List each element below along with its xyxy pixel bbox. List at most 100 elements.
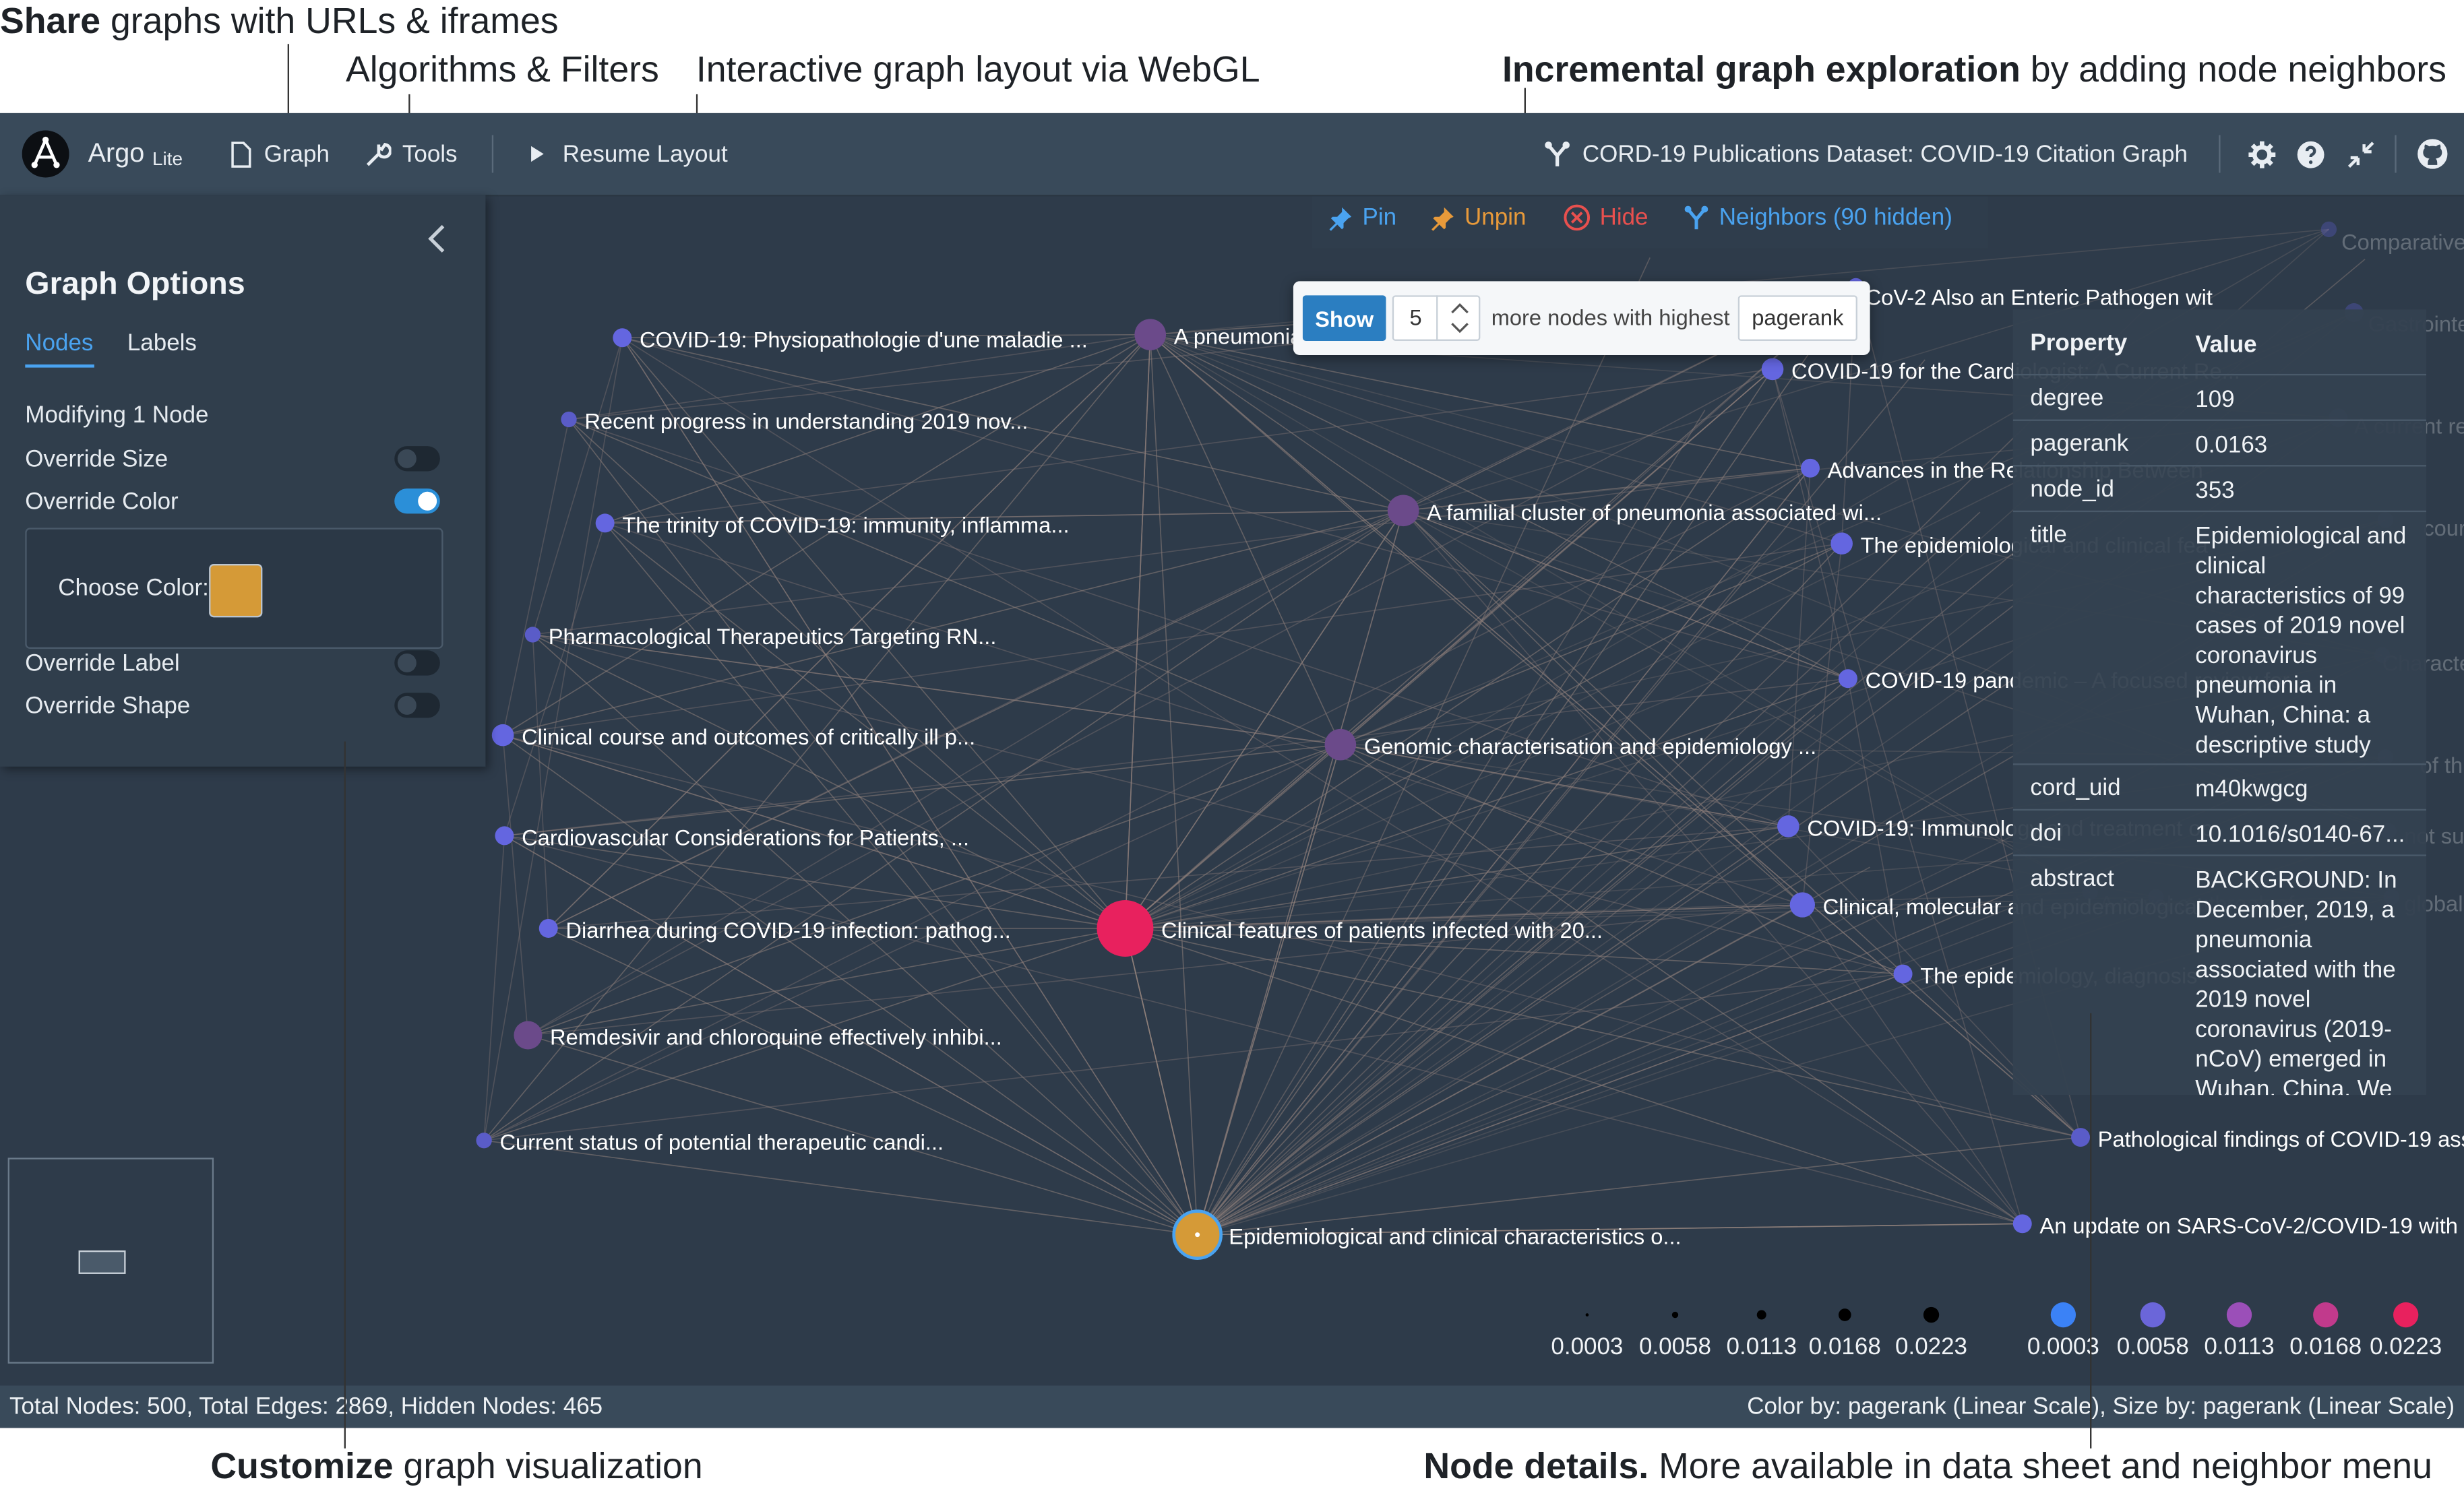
gear-icon xyxy=(2248,140,2276,168)
compress-icon xyxy=(2347,141,2374,167)
graph-edge xyxy=(621,337,1198,1236)
neighbors-label: Neighbors (90 hidden) xyxy=(1719,204,1952,231)
color-legend-label: 0.0168 xyxy=(2289,1333,2362,1361)
logo-icon xyxy=(22,130,69,178)
annotation-node-details: Node details. More available in data she… xyxy=(1423,1445,2432,1486)
graph-node[interactable] xyxy=(1838,669,1857,689)
value-header: Value xyxy=(2195,331,2257,358)
selected-node-dot xyxy=(1195,1232,1200,1238)
node-action-bar: Pin Unpin Hide Neighbors (90 hidden) xyxy=(1312,195,1988,249)
resume-layout-button[interactable]: Resume Layout xyxy=(528,113,728,195)
github-icon xyxy=(2417,139,2448,169)
annotation-algorithms: Algorithms & Filters xyxy=(345,49,659,90)
graph-node[interactable] xyxy=(561,411,577,428)
dataset-title-label: CORD-19 Publications Dataset: COVID-19 C… xyxy=(1582,140,2188,168)
graph-node[interactable] xyxy=(1777,815,1799,837)
help-button[interactable] xyxy=(2296,113,2337,195)
color-chooser-box: Choose Color: xyxy=(25,528,443,649)
node-label: The trinity of COVID-19: immunity, infla… xyxy=(622,512,1070,538)
graph-edge xyxy=(504,744,1341,837)
settings-button[interactable] xyxy=(2247,113,2288,195)
details-row: cord_uid m40kwgcg xyxy=(2012,763,2426,811)
graph-node[interactable] xyxy=(1789,892,1815,918)
graph-node[interactable] xyxy=(1324,728,1357,761)
graph-edge xyxy=(1197,359,1926,1236)
graph-node[interactable] xyxy=(538,918,558,938)
node-label: A pneumonia xyxy=(1173,323,1303,349)
graph-edge xyxy=(532,468,1811,635)
tools-menu-label: Tools xyxy=(402,140,458,168)
graph-options-panel: Graph Options Nodes Labels Modifying 1 N… xyxy=(0,195,486,767)
graph-node[interactable] xyxy=(1387,495,1419,527)
graph-edge xyxy=(1124,928,1198,1235)
graph-node[interactable] xyxy=(1761,358,1784,381)
tab-nodes[interactable]: Nodes xyxy=(25,330,93,357)
color-legend-label: 0.0223 xyxy=(2370,1333,2442,1361)
graph-node[interactable] xyxy=(1893,964,1913,984)
details-row: pagerank 0.0163 xyxy=(2012,419,2426,467)
graph-node[interactable] xyxy=(1801,458,1820,478)
graph-node[interactable] xyxy=(524,627,541,643)
leader-line xyxy=(344,741,346,1449)
encoding-info: Color by: pagerank (Linear Scale), Size … xyxy=(1747,1393,2455,1420)
graph-node[interactable] xyxy=(476,1133,492,1149)
pin-icon xyxy=(1329,206,1352,230)
count-stepper[interactable] xyxy=(1436,295,1482,341)
node-label: Recent progress in understanding 2019 no… xyxy=(584,408,1028,434)
graph-menu[interactable]: Graph xyxy=(229,113,330,195)
active-tab-underline xyxy=(25,364,94,368)
graph-edge xyxy=(532,338,623,635)
graph-node[interactable] xyxy=(491,724,514,747)
graph-edge xyxy=(1149,334,1198,1235)
node-label: A familial cluster of pneumonia associat… xyxy=(1427,499,1882,525)
override-color-toggle[interactable] xyxy=(394,488,440,514)
graph-node[interactable] xyxy=(613,328,632,348)
tools-menu[interactable]: Tools xyxy=(363,113,458,195)
chevron-left-icon[interactable] xyxy=(426,223,448,255)
hide-button[interactable]: Hide xyxy=(1564,204,1649,231)
override-size-label: Override Size xyxy=(25,446,168,473)
override-size-toggle[interactable] xyxy=(394,446,440,472)
details-value: 109 xyxy=(2195,386,2235,414)
nav-divider xyxy=(491,135,494,173)
unpin-button[interactable]: Unpin xyxy=(1430,204,1526,231)
rank-metric-select[interactable]: pagerank xyxy=(1737,295,1857,341)
graph-node[interactable] xyxy=(1134,319,1167,350)
graph-node[interactable] xyxy=(2320,221,2337,238)
compress-button[interactable] xyxy=(2346,113,2387,195)
dataset-title[interactable]: CORD-19 Publications Dataset: COVID-19 C… xyxy=(1543,113,2188,195)
graph-node[interactable] xyxy=(514,1021,543,1050)
details-value: 0.0163 xyxy=(2195,432,2268,459)
size-legend-label: 0.0058 xyxy=(1638,1333,1711,1361)
node-label: CoV-2 Also an Enteric Pathogen wit xyxy=(1865,284,2213,310)
graph-edge xyxy=(568,418,1341,745)
details-key: cord_uid xyxy=(2030,774,2121,802)
override-label-toggle[interactable] xyxy=(394,650,440,676)
graph-node[interactable] xyxy=(1097,900,1154,957)
color-legend-label: 0.0058 xyxy=(2116,1333,2189,1361)
app-brand[interactable]: Argo Lite xyxy=(22,113,183,195)
color-swatch[interactable] xyxy=(209,564,263,618)
graph-node[interactable] xyxy=(2071,1128,2091,1147)
node-label: COVID-19: Physiopathologie d'une maladie… xyxy=(639,326,1088,352)
show-button[interactable]: Show xyxy=(1302,295,1386,341)
graph-menu-label: Graph xyxy=(264,140,330,168)
minimap[interactable] xyxy=(7,1157,214,1364)
details-key: doi xyxy=(2030,820,2062,847)
minimap-viewport[interactable] xyxy=(78,1250,126,1274)
neighbors-button[interactable]: Neighbors (90 hidden) xyxy=(1683,204,1952,231)
details-value: 353 xyxy=(2195,477,2235,505)
tab-labels[interactable]: Labels xyxy=(127,330,197,357)
hide-icon xyxy=(1564,204,1591,231)
graph-node[interactable] xyxy=(595,513,615,533)
graph-node[interactable] xyxy=(2012,1214,2032,1234)
pin-button[interactable]: Pin xyxy=(1328,204,1396,231)
graph-edge xyxy=(1403,510,1849,680)
app-name: Argo xyxy=(88,138,145,168)
graph-edge xyxy=(1125,678,1849,929)
graph-node[interactable] xyxy=(1830,532,1853,555)
graph-node[interactable] xyxy=(495,826,514,846)
github-button[interactable] xyxy=(2417,113,2459,195)
graph-edge xyxy=(1124,334,1151,929)
override-shape-toggle[interactable] xyxy=(394,693,440,718)
